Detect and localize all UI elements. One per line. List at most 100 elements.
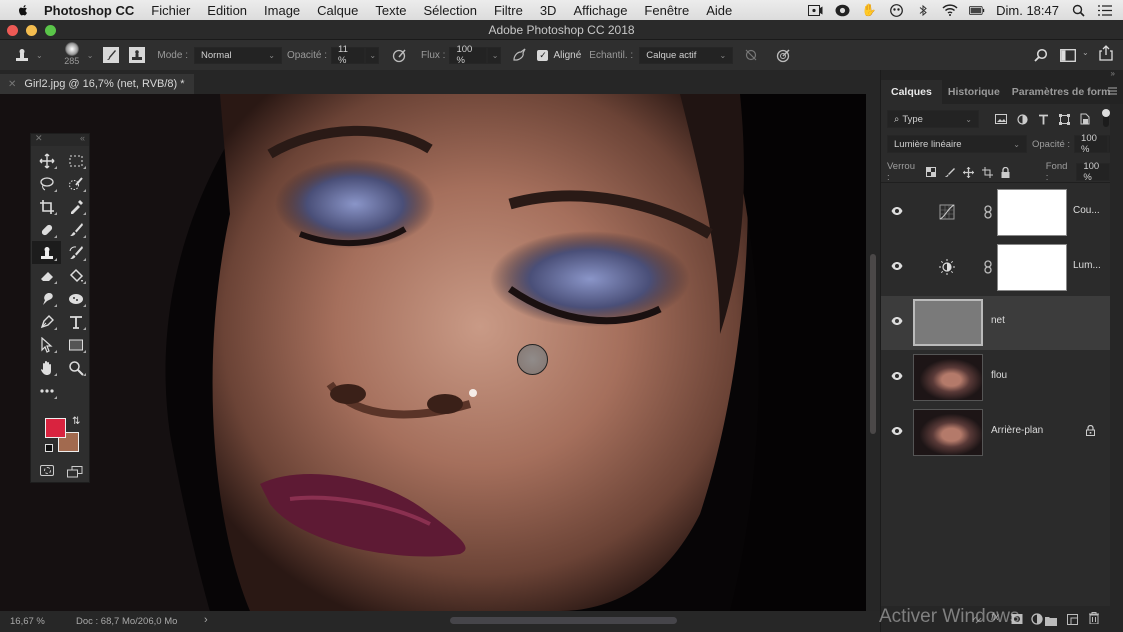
- app-menu[interactable]: Photoshop CC: [44, 3, 134, 18]
- workspace-icon[interactable]: [1060, 47, 1076, 63]
- tab-calques[interactable]: Calques: [881, 80, 942, 104]
- filter-adjustment-icon[interactable]: [1014, 111, 1030, 127]
- clock[interactable]: Dim. 18:47: [996, 3, 1059, 18]
- foreground-color-swatch[interactable]: [45, 418, 66, 438]
- vertical-scrollbar[interactable]: [866, 94, 880, 611]
- battery-icon[interactable]: [969, 3, 985, 17]
- move-tool[interactable]: [32, 149, 61, 172]
- toolbox-header[interactable]: ✕ «: [31, 133, 89, 146]
- creative-cloud-icon[interactable]: [834, 3, 850, 17]
- mask-link-icon[interactable]: [983, 260, 993, 274]
- lock-artboard-icon[interactable]: [979, 164, 995, 180]
- brush-preset-picker[interactable]: 285: [61, 41, 83, 69]
- opacity-input[interactable]: 11 %: [331, 44, 366, 66]
- visibility-eye-icon[interactable]: [891, 316, 903, 326]
- rectangle-tool[interactable]: [61, 333, 90, 356]
- tab-parametres-de-forme[interactable]: Paramètres de form: [1006, 80, 1117, 104]
- layer-row[interactable]: Arrière-plan: [881, 406, 1110, 460]
- history-brush-tool[interactable]: [61, 241, 90, 264]
- marquee-tool[interactable]: [61, 149, 90, 172]
- close-tab-icon[interactable]: ✕: [8, 79, 16, 90]
- opacity-dropdown[interactable]: ⌄: [365, 46, 380, 64]
- healing-brush-tool[interactable]: [32, 218, 61, 241]
- filter-shape-icon[interactable]: [1056, 111, 1072, 127]
- filter-toggle[interactable]: [1102, 109, 1110, 127]
- layer-thumbnail[interactable]: [913, 409, 983, 456]
- chevron-down-icon[interactable]: ⌄: [1082, 48, 1089, 57]
- panel-menu-icon[interactable]: [1108, 87, 1117, 95]
- pressure-size-icon[interactable]: [775, 47, 791, 63]
- filter-pixel-icon[interactable]: [993, 111, 1009, 127]
- vertical-scroll-thumb[interactable]: [870, 254, 876, 434]
- clone-source-panel-icon[interactable]: [129, 47, 146, 63]
- chevron-down-icon[interactable]: ⌄: [87, 51, 94, 60]
- lock-position-icon[interactable]: [960, 164, 976, 180]
- layer-name[interactable]: Cou...: [1073, 205, 1100, 216]
- layer-mask-thumbnail[interactable]: [997, 244, 1067, 291]
- layer-name[interactable]: flou: [991, 370, 1007, 381]
- layers-scrollbar[interactable]: [1110, 104, 1123, 632]
- brush-settings-icon[interactable]: [103, 47, 120, 63]
- wifi-icon[interactable]: [942, 3, 958, 17]
- pen-tool[interactable]: [32, 310, 61, 333]
- dodge-tool[interactable]: [61, 287, 90, 310]
- share-icon[interactable]: [1098, 45, 1114, 61]
- document-canvas[interactable]: [0, 94, 866, 611]
- spotlight-icon[interactable]: [1070, 3, 1086, 17]
- new-adjustment-layer-icon[interactable]: [1031, 612, 1043, 630]
- layer-row[interactable]: Cou...: [881, 186, 1110, 240]
- default-colors-icon[interactable]: [45, 444, 53, 452]
- tool-preset-picker[interactable]: ⌄: [14, 47, 43, 63]
- new-layer-icon[interactable]: [1067, 612, 1078, 630]
- visibility-eye-icon[interactable]: [891, 426, 903, 436]
- menu-image[interactable]: Image: [264, 3, 300, 18]
- layer-mask-thumbnail[interactable]: [997, 189, 1067, 236]
- menu-3d[interactable]: 3D: [540, 3, 557, 18]
- brightness-contrast-icon[interactable]: [939, 259, 955, 275]
- menu-affichage[interactable]: Affichage: [573, 3, 627, 18]
- hand-tool[interactable]: [32, 356, 61, 379]
- layer-row-selected[interactable]: net: [881, 296, 1110, 350]
- menu-selection[interactable]: Sélection: [423, 3, 476, 18]
- more-tools[interactable]: [32, 379, 61, 402]
- zoom-tool[interactable]: [61, 356, 90, 379]
- path-selection-tool[interactable]: [32, 333, 61, 356]
- zoom-level[interactable]: 16,67 %: [10, 616, 45, 627]
- mask-link-icon[interactable]: [983, 205, 993, 219]
- blur-tool[interactable]: [32, 287, 61, 310]
- collapse-panel-icon[interactable]: «: [80, 133, 85, 143]
- filter-type-icon[interactable]: [1035, 111, 1051, 127]
- visibility-eye-icon[interactable]: [891, 371, 903, 381]
- menu-texte[interactable]: Texte: [375, 3, 406, 18]
- menu-calque[interactable]: Calque: [317, 3, 358, 18]
- lasso-tool[interactable]: [32, 172, 61, 195]
- layer-lock-icon[interactable]: [1086, 425, 1095, 436]
- layer-thumbnail[interactable]: [913, 354, 983, 401]
- quick-mask-icon[interactable]: [40, 465, 54, 476]
- ignore-adjustment-layers-icon[interactable]: [743, 47, 759, 63]
- sample-select[interactable]: Calque actif ⌄: [639, 46, 734, 64]
- swap-colors-icon[interactable]: ⇅: [72, 416, 80, 427]
- tab-historique[interactable]: Historique: [942, 80, 1006, 104]
- screen-mode-icon[interactable]: [67, 465, 83, 483]
- crop-tool[interactable]: [32, 195, 61, 218]
- flow-input[interactable]: 100 %: [449, 44, 488, 66]
- fill-input[interactable]: 100 %: [1076, 161, 1111, 183]
- eraser-tool[interactable]: [32, 264, 61, 287]
- menu-fenetre[interactable]: Fenêtre: [644, 3, 689, 18]
- menu-aide[interactable]: Aide: [706, 3, 732, 18]
- lock-transparent-pixels-icon[interactable]: [923, 164, 939, 180]
- search-icon[interactable]: [1033, 47, 1049, 63]
- lock-image-pixels-icon[interactable]: [942, 164, 958, 180]
- layer-name[interactable]: Lum...: [1073, 260, 1101, 271]
- apple-icon[interactable]: [16, 3, 30, 17]
- airbrush-icon[interactable]: [511, 47, 527, 63]
- new-group-folder-icon[interactable]: [1045, 613, 1057, 631]
- layer-thumbnail[interactable]: [913, 299, 983, 346]
- layer-row[interactable]: Lum...: [881, 241, 1110, 295]
- document-tab[interactable]: ✕ Girl2.jpg @ 16,7% (net, RVB/8) *: [0, 74, 194, 94]
- close-panel-icon[interactable]: ✕: [35, 133, 43, 144]
- clone-stamp-tool[interactable]: [32, 241, 61, 264]
- lock-all-icon[interactable]: [998, 164, 1014, 180]
- visibility-eye-icon[interactable]: [891, 261, 903, 271]
